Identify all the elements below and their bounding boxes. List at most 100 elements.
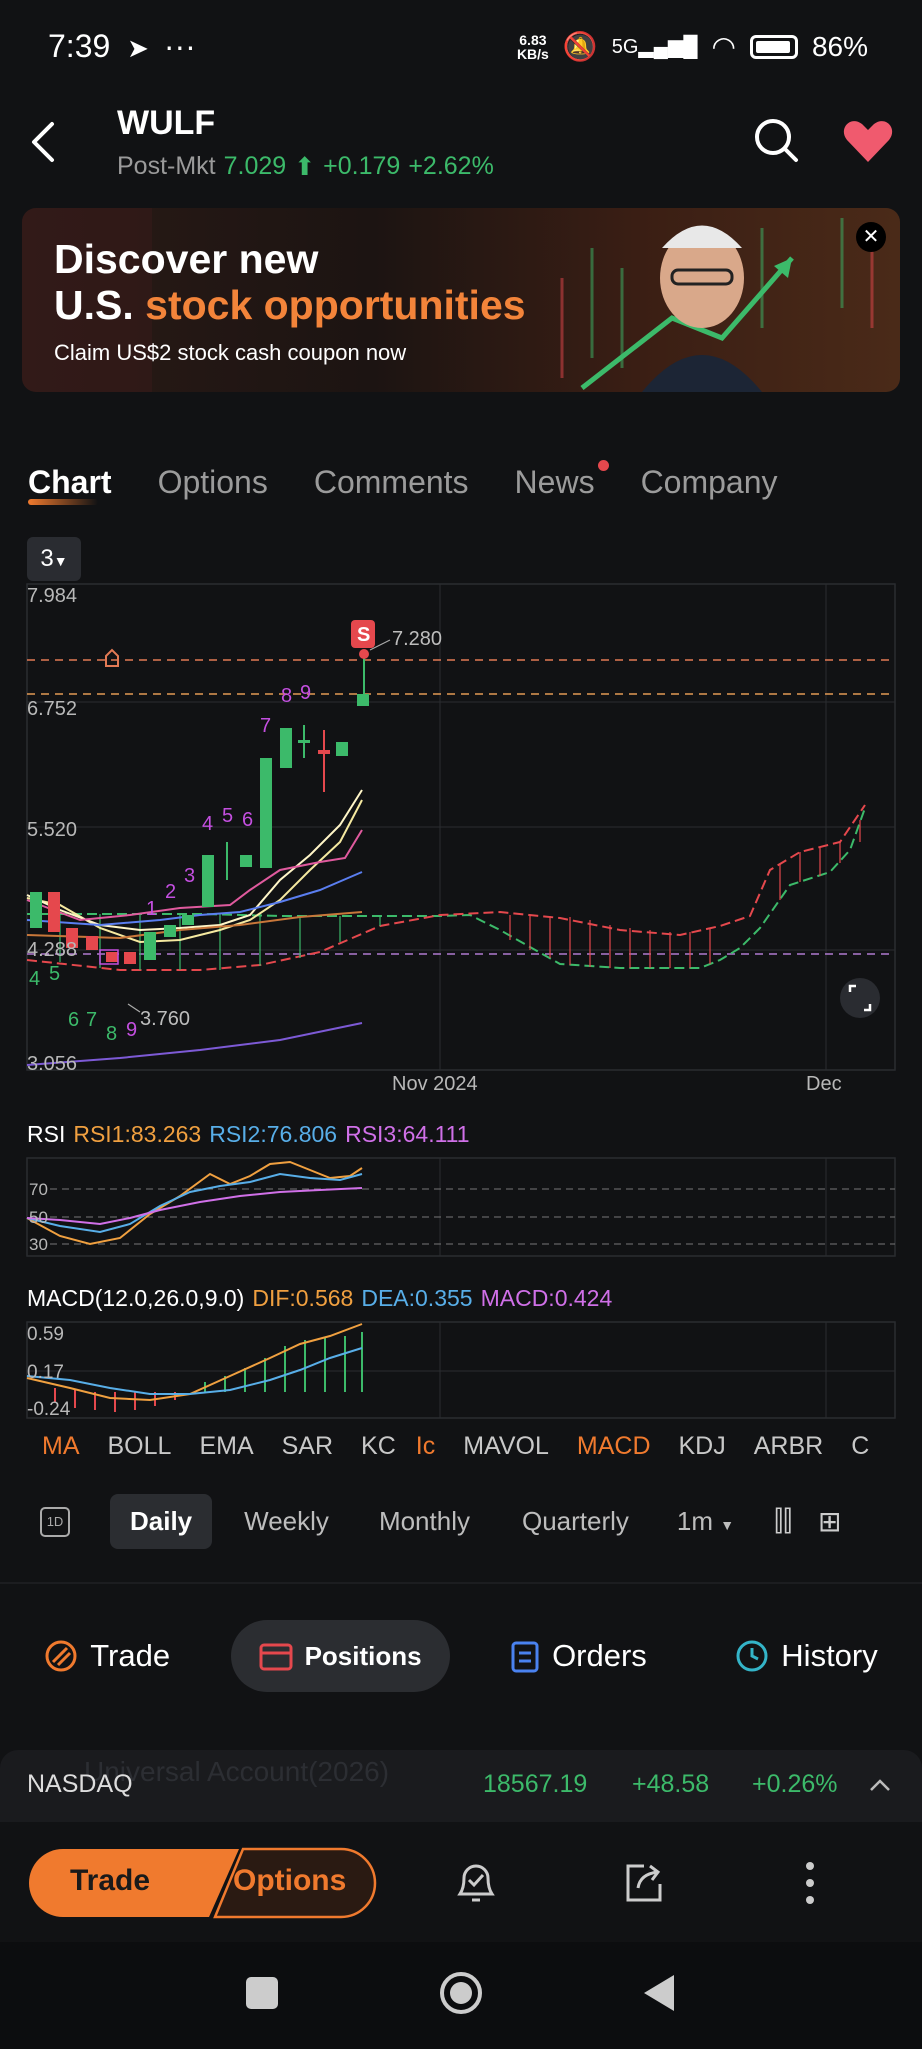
indicator-kdj[interactable]: KDJ [679,1432,726,1461]
home-circle-icon[interactable] [438,1970,484,2016]
daily-calendar-icon[interactable]: 1D [40,1506,70,1537]
status-icons: 6.83 KB/s 🔕 5G▂▄▆█ ◠ 86% [517,30,868,63]
period-selector: 1D Daily Weekly Monthly Quarterly 1m ▼ ⫿… [40,1494,842,1549]
indicator-boll[interactable]: BOLL [108,1432,172,1461]
positions-icon [259,1643,293,1671]
rsi2-value: RSI2:76.806 [209,1121,338,1147]
indicator-more[interactable]: C [851,1432,869,1461]
rsi1-value: RSI1:83.263 [73,1121,202,1147]
status-time: 7:39 ➤ ··· [48,28,196,64]
chevron-up-icon[interactable] [868,1776,892,1794]
more-options-icon[interactable] [800,1858,820,1908]
low-label: 3.760 [140,1008,190,1030]
grid-layout-icon[interactable]: ⊞ [818,1505,841,1538]
count-up-9: 9 [300,682,311,704]
price-chart[interactable]: 1 2 3 4 5 6 7 8 9 4 5 6 7 8 9 S 7.280 3.… [0,580,922,1100]
indicator-ema[interactable]: EMA [199,1432,253,1461]
rsi-header: RSI RSI1:83.263 RSI2:76.806 RSI3:64.111 [27,1121,470,1148]
fullscreen-icon[interactable] [840,978,880,1018]
price-axis-label-2: 6.752 [27,698,77,720]
count-down-6: 6 [68,1009,79,1031]
indicator-macd[interactable]: MACD [577,1432,651,1461]
options-button-label[interactable]: Options [233,1864,346,1898]
trade-action[interactable]: Trade [16,1620,198,1692]
account-actions: Trade Positions Orders History [0,1620,922,1692]
count-up-2: 2 [165,881,176,903]
period-monthly[interactable]: Monthly [379,1506,470,1537]
rsi-chart[interactable]: 70 50 30 [0,1156,922,1260]
history-action[interactable]: History [707,1620,905,1692]
indicator-sar[interactable]: SAR [282,1432,333,1461]
search-icon[interactable] [752,116,800,164]
date-label-nov: Nov 2024 [392,1073,478,1095]
orders-action[interactable]: Orders [482,1620,675,1692]
promo-banner[interactable]: Discover new U.S. stock opportunities Cl… [22,208,900,392]
back-icon[interactable] [26,118,60,166]
rsi3-value: RSI3:64.111 [345,1121,470,1147]
count-up-7: 7 [260,715,271,737]
date-label-dec: Dec [806,1073,842,1095]
count-up-3: 3 [184,865,195,887]
orders-icon [511,1641,539,1673]
macd-level-bottom: -0.24 [27,1399,71,1420]
back-triangle-icon[interactable] [642,1973,676,2013]
index-value: 18567.19 [483,1770,588,1798]
candle-type-icon[interactable]: ⫿⫿ [774,1505,792,1538]
news-unread-dot [597,460,609,471]
macd-title: MACD(12.0,26.0,9.0) [27,1285,245,1311]
macd-dea: DEA:0.355 [361,1285,473,1311]
trade-button-label[interactable]: Trade [70,1864,150,1898]
index-change-pct: +0.26% [752,1770,838,1798]
price-axis-label-3: 5.520 [27,819,77,841]
macd-header: MACD(12.0,26.0,9.0) DIF:0.568 DEA:0.355 … [27,1285,612,1312]
count-up-5: 5 [222,805,233,827]
period-quarterly[interactable]: Quarterly [522,1506,629,1537]
post-market-quote: Post-Mkt 7.029 ⬆ +0.179 +2.62% [117,152,494,182]
share-icon[interactable] [620,1860,666,1906]
post-market-price: 7.029 [223,152,287,180]
macd-level-mid: 0.17 [27,1362,64,1383]
macd-chart[interactable]: 0.59 0.17 -0.24 [0,1318,922,1420]
up-arrow-icon: ⬆ [294,153,316,181]
indicator-ichimoku[interactable]: Ic [416,1432,435,1461]
count-up-1: 1 [146,898,157,920]
battery-percent: 86% [811,30,868,62]
post-market-change: +0.179 [323,152,401,180]
more-notifications-icon: ··· [163,28,196,64]
recents-square-icon[interactable] [246,1977,278,2009]
indicator-mavol[interactable]: MAVOL [463,1432,549,1461]
macd-value: MACD:0.424 [480,1285,613,1311]
count-down-7: 7 [86,1009,97,1031]
indicator-ma[interactable]: MA [42,1432,80,1461]
indicator-kc[interactable]: KC [361,1432,396,1461]
tab-comments[interactable]: Comments [314,464,469,501]
count-down-5: 5 [49,963,60,985]
banner-headline-1: Discover new [54,236,319,282]
section-tabs: Chart Options Comments News Company [28,460,778,505]
positions-action[interactable]: Positions [230,1620,450,1692]
count-down-8: 8 [106,1023,117,1045]
period-weekly[interactable]: Weekly [244,1506,329,1537]
rsi-level-30: 30 [29,1235,48,1254]
favorite-heart-icon[interactable] [842,118,894,164]
tab-chart[interactable]: Chart [28,464,112,505]
rsi-level-70: 70 [29,1180,48,1199]
net-speed: 6.83 KB/s [516,31,549,62]
price-axis-label-4: 4.288 [27,939,77,961]
index-name: NASDAQ [27,1770,133,1798]
tab-company[interactable]: Company [641,464,778,501]
period-daily[interactable]: Daily [110,1494,213,1549]
post-market-change-pct: +2.62% [408,152,494,180]
close-icon[interactable]: ✕ [856,222,886,252]
tab-news[interactable]: News [515,460,609,501]
banner-headline-2: U.S. stock opportunities [54,282,526,328]
tab-options[interactable]: Options [158,464,268,501]
indicator-arbr[interactable]: ARBR [754,1432,823,1461]
rsi-level-50: 50 [29,1208,48,1227]
price-alert-bell-icon[interactable] [452,1858,500,1908]
range-selector[interactable]: 3▼ [27,537,81,581]
period-minute[interactable]: 1m ▼ [677,1506,734,1537]
wifi-icon: ◠ [711,31,736,62]
session-label: Post-Mkt [117,152,216,180]
high-label: 7.280 [392,628,442,650]
